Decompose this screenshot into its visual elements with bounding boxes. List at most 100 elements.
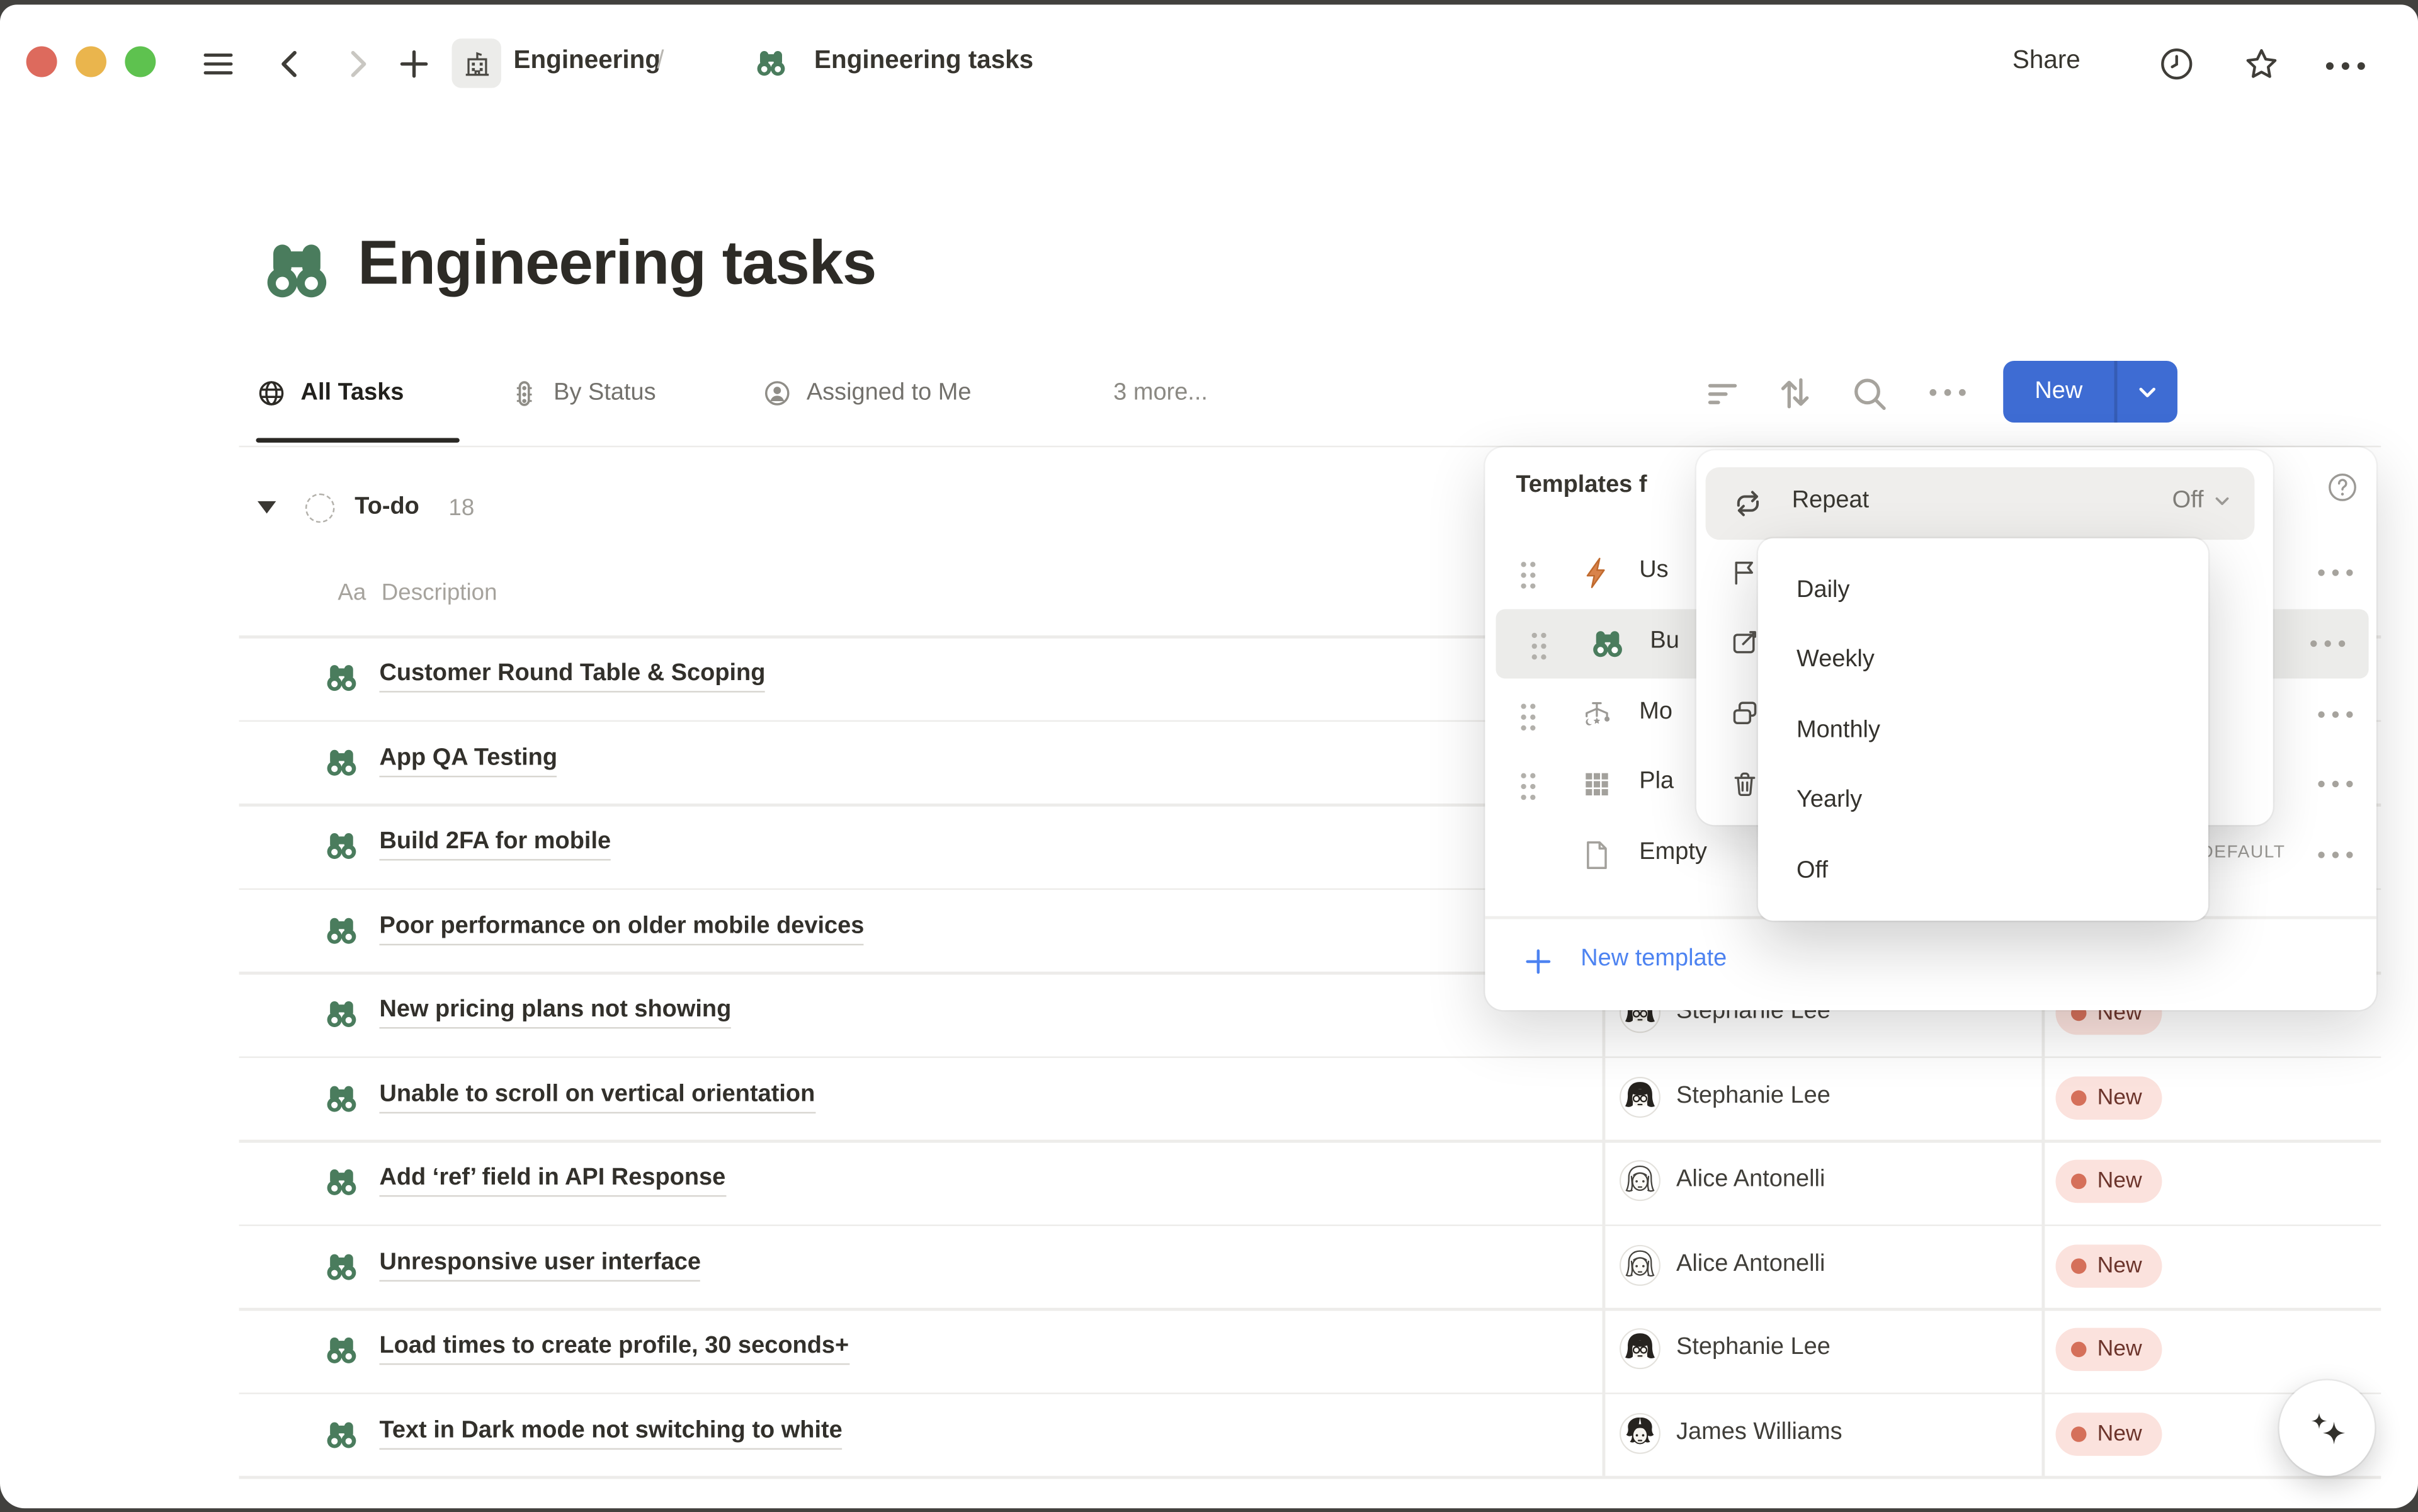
assignee-name[interactable]: Alice Antonelli	[1676, 1166, 1825, 1193]
task-title-link[interactable]: Poor performance on older mobile devices	[379, 912, 864, 945]
new-button-group: New	[2003, 361, 2177, 423]
collapse-triangle-icon[interactable]	[258, 501, 276, 514]
new-button[interactable]: New	[2003, 361, 2114, 423]
status-badge[interactable]: New	[2055, 1160, 2162, 1203]
tab-assigned-to-me[interactable]: Assigned to Me	[762, 363, 972, 424]
template-label: Bu	[1650, 628, 1679, 656]
task-title-link[interactable]: Build 2FA for mobile	[379, 828, 611, 860]
plus-icon	[1522, 945, 1554, 977]
repeat-value: Off	[2172, 487, 2204, 515]
drag-handle-icon[interactable]	[1519, 771, 1537, 800]
task-title-link[interactable]: Unresponsive user interface	[379, 1248, 701, 1280]
history-clock-icon[interactable]	[2157, 45, 2196, 83]
sort-icon[interactable]	[1775, 373, 1815, 414]
template-label: Empty	[1639, 839, 1707, 867]
more-views-button[interactable]: 3 more...	[1113, 363, 1208, 424]
page-title[interactable]: Engineering tasks	[358, 230, 876, 299]
filter-icon[interactable]	[1703, 373, 1743, 414]
template-more-icon[interactable]	[2315, 566, 2356, 580]
status-badge[interactable]: New	[2055, 1328, 2162, 1372]
breadcrumb-page[interactable]: Engineering tasks	[814, 46, 1033, 76]
status-badge[interactable]: New	[2055, 1244, 2162, 1287]
task-title-link[interactable]: Text in Dark mode not switching to white	[379, 1416, 842, 1448]
drag-handle-icon[interactable]	[1519, 560, 1537, 589]
status-label: New	[2097, 1169, 2142, 1193]
mobile-icon	[1579, 697, 1615, 732]
repeat-option-monthly[interactable]: Monthly	[1758, 695, 2208, 765]
template-label: Us	[1639, 557, 1668, 584]
status-badge[interactable]: New	[2055, 1412, 2162, 1455]
task-title-link[interactable]: Customer Round Table & Scoping	[379, 660, 765, 692]
globe-icon	[256, 378, 287, 409]
repeat-option-daily[interactable]: Daily	[1758, 555, 2208, 625]
task-binoculars-icon	[324, 996, 359, 1032]
new-page-icon[interactable]	[395, 45, 433, 83]
repeat-menu-item[interactable]: Repeat Off	[1706, 467, 2255, 540]
favorite-star-icon[interactable]	[2242, 45, 2281, 83]
new-dropdown-button[interactable]	[2116, 361, 2177, 423]
back-icon[interactable]	[271, 45, 310, 83]
avatar	[1619, 1412, 1660, 1453]
group-count: 18	[448, 494, 474, 521]
template-label: Mo	[1639, 698, 1672, 726]
repeat-icon	[1730, 486, 1766, 521]
table-row: Load times to create profile, 30 seconds…	[239, 1308, 2381, 1392]
repeat-options-dropdown: DailyWeeklyMonthlyYearlyOff	[1758, 538, 2208, 921]
assignee-name[interactable]: Alice Antonelli	[1676, 1250, 1825, 1278]
template-more-icon[interactable]	[2307, 637, 2349, 651]
flag-icon[interactable]	[1728, 555, 1761, 588]
ai-assistant-button[interactable]	[2279, 1380, 2375, 1476]
column-header-description[interactable]: Aa Description	[338, 563, 497, 622]
repeat-label: Repeat	[1792, 487, 1869, 515]
edit-icon[interactable]	[1728, 626, 1761, 658]
status-badge[interactable]: New	[2055, 1076, 2162, 1119]
group-header-todo: To-do 18	[239, 477, 475, 538]
task-binoculars-icon	[324, 1248, 359, 1283]
forward-icon[interactable]	[338, 45, 376, 83]
search-icon[interactable]	[1849, 373, 1889, 414]
group-name[interactable]: To-do	[355, 494, 419, 521]
breadcrumb-workspace[interactable]: Engineering	[514, 46, 661, 76]
trash-icon[interactable]	[1728, 768, 1761, 800]
view-options-icon[interactable]	[1926, 385, 1970, 399]
tab-all-tasks[interactable]: All Tasks	[256, 363, 404, 424]
app-window: Engineering / Engineering tasks Share En…	[0, 4, 2418, 1509]
repeat-value-dropdown[interactable]: Off	[2172, 487, 2233, 515]
help-icon[interactable]	[2325, 470, 2359, 504]
sidebar-menu-icon[interactable]	[199, 45, 237, 83]
new-template-button[interactable]: New template	[1485, 930, 2376, 995]
drag-handle-icon[interactable]	[1530, 631, 1548, 661]
task-title-link[interactable]: Load times to create profile, 30 seconds…	[379, 1333, 849, 1365]
assignee-name[interactable]: Stephanie Lee	[1676, 1334, 1831, 1361]
status-label: New	[2097, 1337, 2142, 1361]
tab-by-status[interactable]: By Status	[509, 363, 656, 424]
drag-handle-icon[interactable]	[1519, 702, 1537, 731]
task-title-link[interactable]: Unable to scroll on vertical orientation	[379, 1081, 815, 1113]
new-template-label: New template	[1581, 945, 1727, 973]
share-button[interactable]: Share	[2012, 46, 2080, 76]
chevron-down-icon	[2134, 378, 2160, 405]
minimize-window-button[interactable]	[76, 46, 106, 77]
task-binoculars-icon	[324, 660, 359, 695]
template-more-icon[interactable]	[2315, 777, 2356, 791]
page-binoculars-icon[interactable]	[261, 234, 333, 307]
zoom-window-button[interactable]	[125, 46, 156, 77]
repeat-option-off[interactable]: Off	[1758, 836, 2208, 906]
person-icon	[762, 378, 793, 409]
tab-label: By Status	[553, 379, 656, 407]
task-title-link[interactable]: New pricing plans not showing	[379, 996, 731, 1028]
close-window-button[interactable]	[26, 46, 57, 77]
status-dot-icon	[2071, 1174, 2086, 1189]
breadcrumb-workspace-icon[interactable]	[452, 38, 501, 88]
assignee-name[interactable]: Stephanie Lee	[1676, 1082, 1831, 1110]
task-title-link[interactable]: App QA Testing	[379, 744, 557, 776]
repeat-option-weekly[interactable]: Weekly	[1758, 625, 2208, 695]
repeat-option-yearly[interactable]: Yearly	[1758, 766, 2208, 836]
assignee-name[interactable]: James Williams	[1676, 1418, 1842, 1446]
binoculars-icon	[1590, 626, 1625, 661]
template-more-icon[interactable]	[2315, 708, 2356, 722]
duplicate-icon[interactable]	[1728, 697, 1761, 729]
template-more-icon[interactable]	[2315, 848, 2356, 862]
task-title-link[interactable]: Add ‘ref’ field in API Response	[379, 1164, 725, 1197]
more-options-icon[interactable]	[2322, 59, 2368, 72]
